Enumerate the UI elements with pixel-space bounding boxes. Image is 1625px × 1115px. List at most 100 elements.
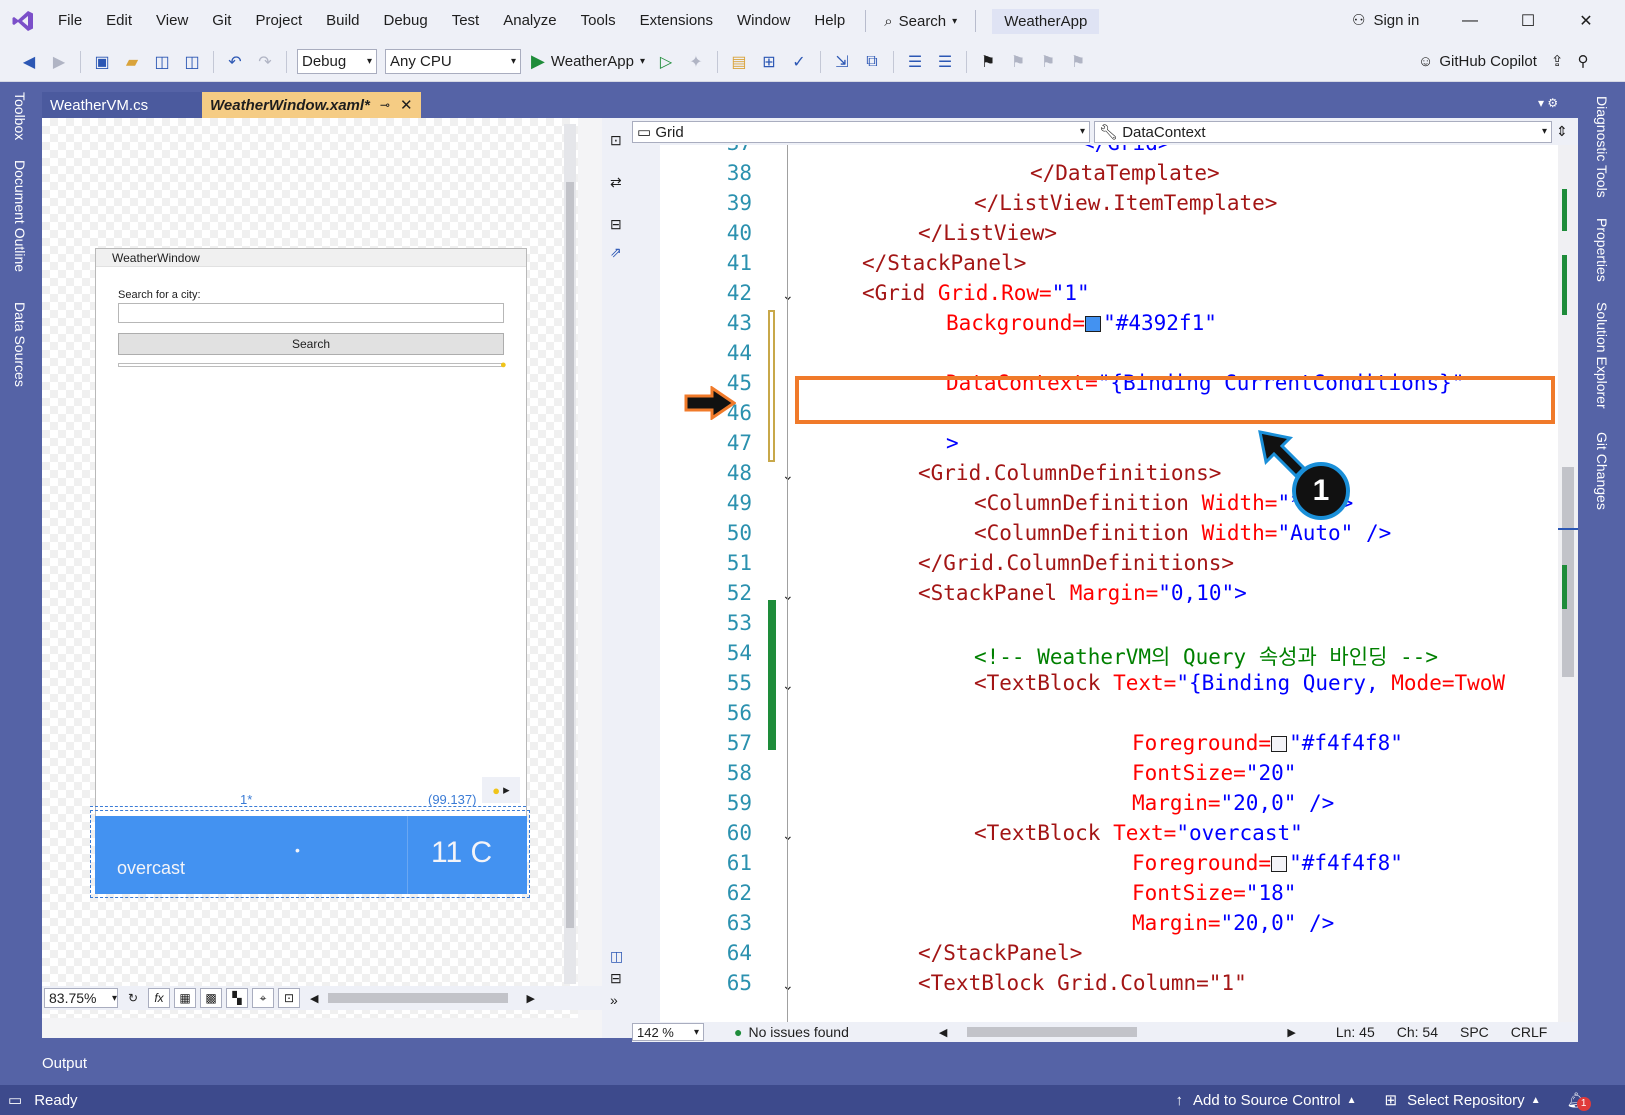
layout-icon[interactable]: ⊞ <box>757 50 781 74</box>
search-button[interactable]: Search <box>118 333 504 355</box>
compare-icon[interactable]: ⧉ <box>860 50 884 74</box>
line-ending-indicator[interactable]: CRLF <box>1511 1024 1548 1040</box>
grid-icon[interactable]: ▦ <box>174 988 196 1008</box>
bookmark-clear-icon[interactable]: ⚑ <box>1066 50 1090 74</box>
share-icon[interactable]: ⇪ <box>1551 42 1564 82</box>
search-menu[interactable]: ⌕ Search ▾ <box>874 13 967 30</box>
column-indicator[interactable]: Ch: 54 <box>1397 1024 1438 1040</box>
menu-git[interactable]: Git <box>200 0 243 42</box>
menu-test[interactable]: Test <box>440 0 492 42</box>
menu-file[interactable]: File <box>46 0 94 42</box>
properties-tab[interactable]: Properties <box>1594 218 1610 282</box>
solution-explorer-tab[interactable]: Solution Explorer <box>1594 302 1610 409</box>
designer-zoom-select[interactable]: 83.75% ▾ <box>44 988 118 1008</box>
configuration-select[interactable]: Debug ▾ <box>297 49 377 74</box>
effects-icon[interactable]: fx <box>148 988 170 1008</box>
bookmark-prev-icon[interactable]: ⚑ <box>1006 50 1030 74</box>
hot-reload-icon[interactable]: ✦ <box>684 50 708 74</box>
code-editor[interactable]: 37 38 39 40 41 42 43 44 45 46 47 48 49 5… <box>632 145 1578 1022</box>
device-icon[interactable]: ⊡ <box>278 988 300 1008</box>
undo-icon[interactable]: ↶ <box>223 50 247 74</box>
document-outline-tab[interactable]: Document Outline <box>12 160 28 272</box>
checker-icon[interactable]: ▚ <box>226 988 248 1008</box>
editor-zoom-select[interactable]: 142 % ▾ <box>632 1023 704 1041</box>
element-select[interactable]: ▭ Grid ▾ <box>632 120 1090 143</box>
visual-studio-logo-icon[interactable] <box>0 0 46 42</box>
tab-weatherwindow[interactable]: WeatherWindow.xaml* ⊸ ✕ <box>202 92 421 118</box>
menu-window[interactable]: Window <box>725 0 802 42</box>
open-folder-icon[interactable]: ▰ <box>120 50 144 74</box>
run-button[interactable]: ▶ WeatherApp ▾ <box>525 51 651 72</box>
menu-help[interactable]: Help <box>802 0 857 42</box>
column-1-marker[interactable]: 1* <box>240 792 252 807</box>
line-indicator[interactable]: Ln: 45 <box>1336 1024 1375 1040</box>
editor-hscroll-thumb[interactable] <box>967 1027 1138 1037</box>
indent-icon[interactable]: ☰ <box>903 50 927 74</box>
forward-icon[interactable]: ▶ <box>47 50 71 74</box>
editor-vscrollbar[interactable] <box>1558 145 1578 1022</box>
snap-lines-icon[interactable]: ⌖ <box>252 988 274 1008</box>
step-icon[interactable]: ⇲ <box>830 50 854 74</box>
collapse-icon[interactable]: ⊟ <box>610 216 622 233</box>
scroll-left-icon[interactable]: ◀ <box>939 1026 947 1039</box>
redo-icon[interactable]: ↷ <box>253 50 277 74</box>
split-icon[interactable]: ⊡ <box>610 132 622 149</box>
menu-analyze[interactable]: Analyze <box>491 0 568 42</box>
outdent-icon[interactable]: ☰ <box>933 50 957 74</box>
horizontal-split-icon[interactable]: ⊟ <box>610 970 622 987</box>
designer-hscroll-thumb[interactable] <box>328 993 509 1003</box>
run-without-debug-icon[interactable]: ▷ <box>654 50 678 74</box>
menu-view[interactable]: View <box>144 0 200 42</box>
designer-vscrollbar[interactable] <box>564 124 576 984</box>
quick-actions-button[interactable]: ● ▸ <box>482 777 520 803</box>
popout-icon[interactable]: ⇗ <box>610 244 622 261</box>
menu-extensions[interactable]: Extensions <box>628 0 725 42</box>
color-swatch[interactable] <box>1271 856 1288 872</box>
spell-check-icon[interactable]: ✓ <box>787 50 811 74</box>
back-icon[interactable]: ◀ <box>17 50 41 74</box>
toolbox-tab[interactable]: Toolbox <box>12 92 28 140</box>
lightbulb-icon[interactable]: ● <box>500 359 507 371</box>
vertical-split-icon[interactable]: ◫ <box>610 948 623 965</box>
bookmark-next-icon[interactable]: ⚑ <box>1036 50 1060 74</box>
maximize-icon[interactable]: ☐ <box>1499 0 1557 42</box>
notifications-icon[interactable]: 🔔︎ 1 <box>1567 1091 1591 1111</box>
diagnostic-tools-tab[interactable]: Diagnostic Tools <box>1594 96 1610 198</box>
minimize-icon[interactable]: — <box>1441 0 1499 42</box>
scroll-left-icon[interactable]: ◀ <box>310 992 318 1005</box>
scroll-thumb[interactable] <box>566 182 574 928</box>
scroll-right-icon[interactable]: ▶ <box>1287 1026 1295 1039</box>
new-project-icon[interactable]: ▣ <box>90 50 114 74</box>
data-sources-tab[interactable]: Data Sources <box>12 302 28 387</box>
output-tab[interactable]: Output <box>42 1052 87 1076</box>
color-swatch[interactable] <box>1271 736 1288 752</box>
issues-status[interactable]: No issues found <box>748 1024 848 1040</box>
color-swatch[interactable] <box>1085 316 1102 332</box>
menu-project[interactable]: Project <box>243 0 314 42</box>
menu-tools[interactable]: Tools <box>569 0 628 42</box>
scroll-right-icon[interactable]: ▶ <box>526 992 534 1005</box>
save-all-icon[interactable]: ◫ <box>180 50 204 74</box>
menu-build[interactable]: Build <box>314 0 371 42</box>
git-changes-tab[interactable]: Git Changes <box>1594 432 1610 510</box>
menu-debug[interactable]: Debug <box>372 0 440 42</box>
search-city-input[interactable] <box>118 303 504 323</box>
close-icon[interactable]: ✕ <box>400 96 413 114</box>
snap-grid-icon[interactable]: ▩ <box>200 988 222 1008</box>
add-source-control-button[interactable]: Add to Source Control <box>1193 1092 1341 1109</box>
browse-folder-icon[interactable]: ▤ <box>727 50 751 74</box>
swap-panes-icon[interactable]: ⇄ <box>610 174 622 191</box>
tab-overflow-icon[interactable]: ▾ ⚙ <box>1538 96 1558 110</box>
whitespace-indicator[interactable]: SPC <box>1460 1024 1489 1040</box>
member-select[interactable]: 🔧︎ DataContext ▾ <box>1094 120 1552 143</box>
column-2-marker[interactable]: (99.137) <box>428 792 476 807</box>
split-editor-icon[interactable]: ⇕ <box>1556 123 1568 140</box>
solution-name[interactable]: WeatherApp <box>992 8 1100 34</box>
select-repository-button[interactable]: Select Repository <box>1407 1092 1525 1109</box>
pin-icon[interactable]: ⊸ <box>380 98 390 112</box>
tab-weathervm[interactable]: WeatherVM.cs <box>42 92 202 118</box>
platform-select[interactable]: Any CPU ▾ <box>385 49 521 74</box>
bookmark-icon[interactable]: ⚑ <box>976 50 1000 74</box>
save-icon[interactable]: ◫ <box>150 50 174 74</box>
refresh-icon[interactable]: ↻ <box>122 988 144 1008</box>
